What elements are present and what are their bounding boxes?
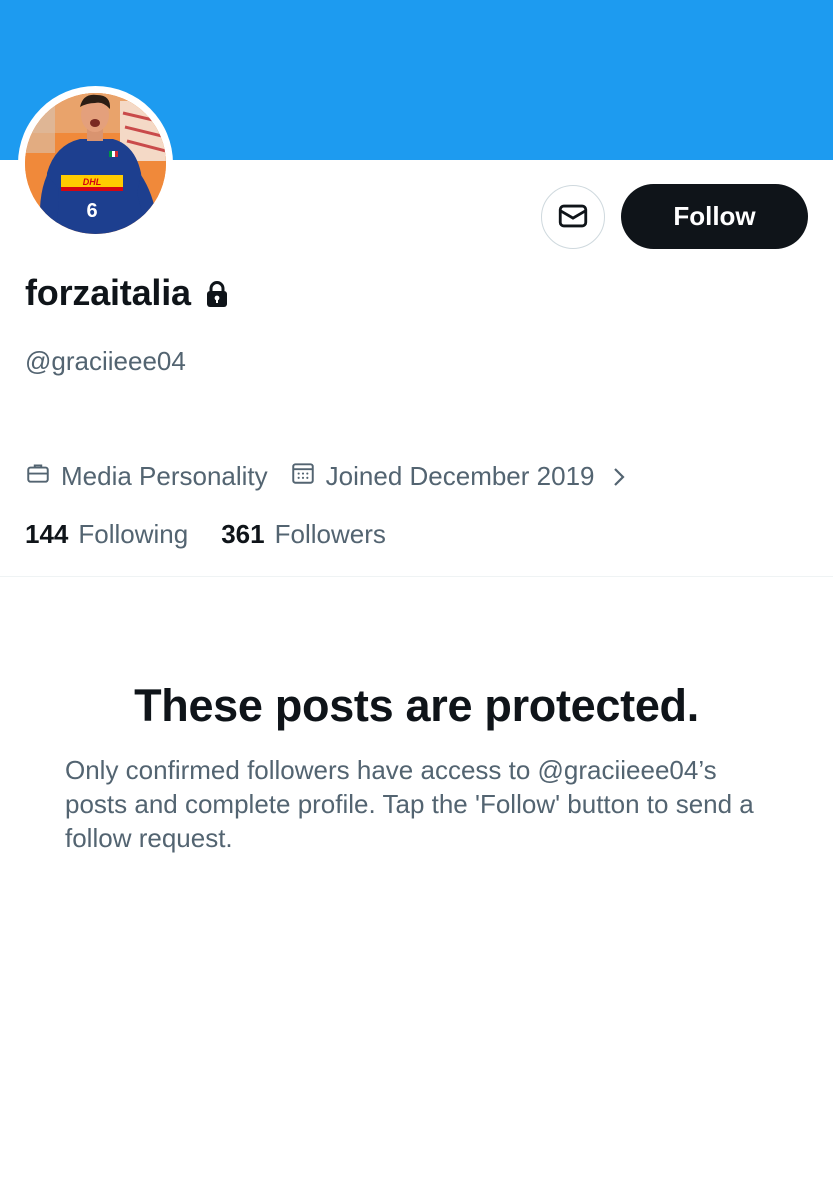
chevron-right-icon[interactable]	[609, 465, 639, 489]
category-label: Media Personality	[61, 461, 268, 491]
lock-icon	[205, 280, 229, 308]
divider	[0, 576, 833, 577]
category-item: Media Personality	[25, 460, 268, 493]
profile-page: DHL 6 Follow forzaitalia @graciieee04 Me…	[0, 0, 833, 1199]
display-name-row: forzaitalia	[25, 272, 229, 314]
protected-title: These posts are protected.	[134, 680, 699, 731]
user-handle: @graciieee04	[25, 346, 186, 376]
following-label: Following	[78, 519, 189, 549]
joined-label: Joined December 2019	[325, 461, 595, 491]
followers-label: Followers	[274, 519, 386, 549]
profile-meta: Media Personality Joined December 2019	[25, 460, 639, 493]
envelope-icon	[556, 199, 590, 236]
protected-description: Only confirmed followers have access to …	[65, 755, 754, 853]
follow-button[interactable]: Follow	[621, 184, 808, 249]
briefcase-icon	[25, 460, 61, 493]
followers-count: 361	[221, 519, 265, 549]
avatar-photo: DHL 6	[25, 93, 166, 234]
joined-item[interactable]: Joined December 2019	[290, 460, 639, 493]
message-button[interactable]	[541, 185, 605, 249]
display-name: forzaitalia	[25, 272, 191, 313]
following-count: 144	[25, 519, 69, 549]
followers-stat[interactable]: 361 Followers	[221, 519, 386, 550]
following-stat[interactable]: 144 Following	[25, 519, 188, 550]
svg-text:6: 6	[86, 200, 97, 222]
follow-stats: 144 Following 361 Followers	[25, 519, 386, 550]
svg-text:DHL: DHL	[83, 177, 102, 187]
avatar[interactable]: DHL 6	[25, 93, 166, 234]
calendar-icon	[290, 460, 326, 493]
